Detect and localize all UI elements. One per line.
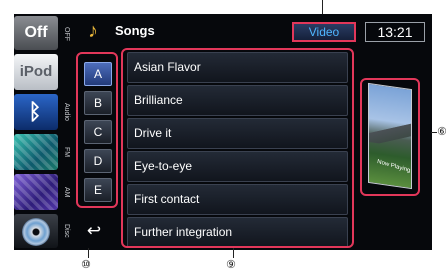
am-tile-pattern [14, 174, 58, 210]
album-artwork: Now Playing [368, 82, 412, 190]
song-row[interactable]: Eye-to-eye [127, 151, 348, 182]
song-list: Asian Flavor Brilliance Drive it Eye-to-… [121, 48, 354, 248]
head-unit-screen: Off iPod ᛒ OFF Audio FM AM Disc ♪ Songs … [14, 14, 432, 250]
side-label-disc: Disc [63, 224, 70, 238]
fm-tile-pattern [14, 134, 58, 170]
now-playing-label: Now Playing [376, 158, 411, 175]
alpha-button-b[interactable]: B [84, 91, 112, 115]
callout-number-alpha: ⑩ [81, 258, 91, 271]
video-tab[interactable]: Video [292, 22, 356, 42]
alpha-button-d[interactable]: D [84, 149, 112, 173]
side-label-audio: Audio [63, 103, 70, 121]
song-row[interactable]: Drive it [127, 118, 348, 149]
side-label-off: OFF [63, 27, 70, 41]
song-row[interactable]: First contact [127, 184, 348, 215]
source-am-button[interactable] [14, 174, 58, 210]
song-row[interactable]: Asian Flavor [127, 52, 348, 83]
alpha-button-a[interactable]: A [84, 62, 112, 86]
artwork-mountain [369, 116, 412, 149]
source-off-button[interactable]: Off [14, 16, 58, 50]
source-disc-button[interactable] [14, 214, 58, 248]
alphabet-index: A B C D E [76, 52, 118, 208]
callout-line-video [322, 0, 323, 14]
source-bluetooth-audio-button[interactable]: ᛒ [14, 94, 58, 130]
return-arrow-icon[interactable]: ↩ [80, 220, 108, 242]
source-ipod-button[interactable]: iPod [14, 54, 58, 90]
disc-icon [22, 218, 50, 246]
bluetooth-icon: ᛒ [28, 99, 42, 124]
clock: 13:21 [365, 22, 425, 42]
alpha-button-e[interactable]: E [84, 178, 112, 202]
alpha-button-c[interactable]: C [84, 120, 112, 144]
page-title: Songs [115, 23, 155, 38]
callout-number-art: ⑥ [437, 125, 446, 138]
music-note-icon: ♪ [88, 20, 98, 42]
callout-line-alpha [88, 248, 89, 258]
song-row[interactable]: Further integration [127, 217, 348, 246]
callout-line-list [233, 248, 234, 258]
artwork-panel[interactable]: Now Playing [360, 78, 420, 196]
song-row[interactable]: Brilliance [127, 85, 348, 116]
side-label-am: AM [63, 186, 70, 198]
source-fm-button[interactable] [14, 134, 58, 170]
side-label-fm: FM [63, 146, 70, 158]
callout-number-list: ⑨ [226, 258, 236, 271]
